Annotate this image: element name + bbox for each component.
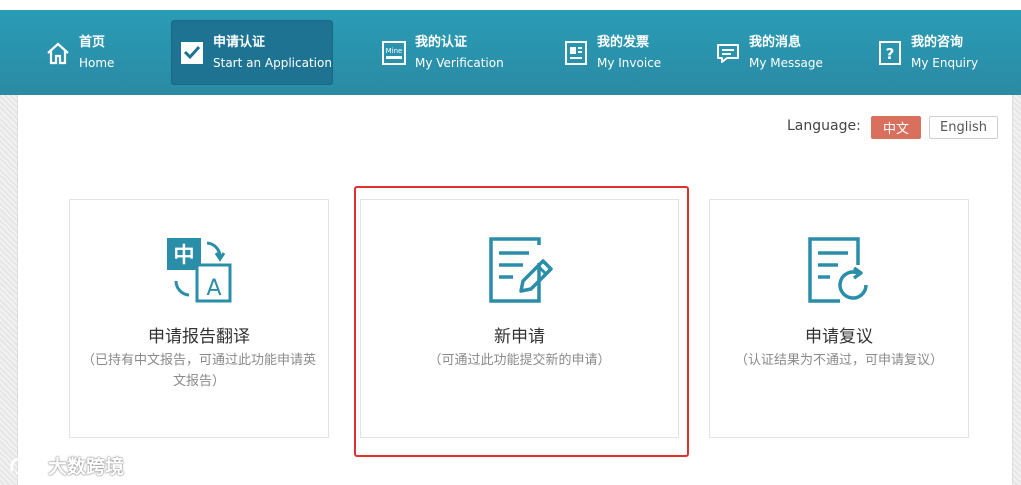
left-page-rail [0, 95, 18, 485]
new-application-highlight-frame [354, 186, 689, 457]
watermark-text: 大数跨境 [48, 456, 125, 478]
language-chinese-button[interactable]: 中文 [871, 116, 921, 139]
verification-icon: Mine [381, 40, 407, 66]
nav-item-my-message[interactable]: 我的消息 My Message [715, 10, 823, 95]
nav-application-cn: 申请认证 [213, 34, 266, 50]
watermark-logo-icon [10, 456, 39, 476]
nav-invoice-cn: 我的发票 [597, 34, 650, 50]
invoice-icon [563, 40, 589, 66]
reconsideration-icon [710, 235, 968, 305]
home-icon [45, 40, 71, 66]
nav-home-en: Home [79, 55, 115, 70]
translate-icon: 中 A [70, 235, 328, 305]
nav-item-my-verification[interactable]: Mine 我的认证 My Verification [381, 10, 504, 95]
translate-icon-cn-text: 中 [174, 243, 195, 267]
nav-item-start-application[interactable]: 申请认证 Start an Application [171, 10, 333, 95]
card-reconsideration[interactable]: 申请复议 （认证结果为不通过，可申请复议） [709, 199, 969, 438]
right-page-rail [1012, 95, 1021, 485]
language-english-button[interactable]: English [929, 116, 998, 139]
nav-message-cn: 我的消息 [749, 34, 802, 50]
card-reconsideration-desc: （认证结果为不通过，可申请复议） [734, 353, 943, 368]
enquiry-icon-text: ? [886, 45, 895, 63]
nav-verification-cn: 我的认证 [415, 34, 468, 50]
nav-item-my-invoice[interactable]: 我的发票 My Invoice [563, 10, 661, 95]
card-reconsideration-title: 申请复议 [805, 327, 873, 347]
nav-enquiry-cn: 我的咨询 [911, 34, 964, 50]
enquiry-icon: ? [877, 40, 903, 66]
nav-home-cn: 首页 [79, 34, 106, 50]
language-label: Language: [787, 118, 861, 134]
card-report-translation[interactable]: 中 A 申请报告翻译 （已持有中文报告，可通过此功能申请英文报告） [69, 199, 329, 438]
card-translation-title: 申请报告翻译 [148, 327, 250, 347]
verification-icon-text: Mine [386, 47, 403, 55]
top-strip [0, 0, 1021, 10]
application-icon [179, 40, 205, 66]
nav-enquiry-en: My Enquiry [911, 55, 979, 70]
nav-application-en: Start an Application [213, 55, 332, 70]
translate-icon-en-text: A [206, 276, 221, 301]
nav-item-my-enquiry[interactable]: ? 我的咨询 My Enquiry [877, 10, 978, 95]
nav-item-home[interactable]: 首页 Home [45, 10, 114, 95]
watermark: 大数跨境 [8, 452, 124, 479]
nav-invoice-en: My Invoice [597, 55, 662, 70]
message-icon [715, 40, 741, 66]
card-translation-desc: （已持有中文报告，可通过此功能申请英文报告） [81, 353, 316, 389]
nav-verification-en: My Verification [415, 55, 504, 70]
nav-message-en: My Message [749, 55, 823, 70]
main-navbar: 首页 Home 申请认证 Start an Application Mine 我… [0, 10, 1021, 95]
